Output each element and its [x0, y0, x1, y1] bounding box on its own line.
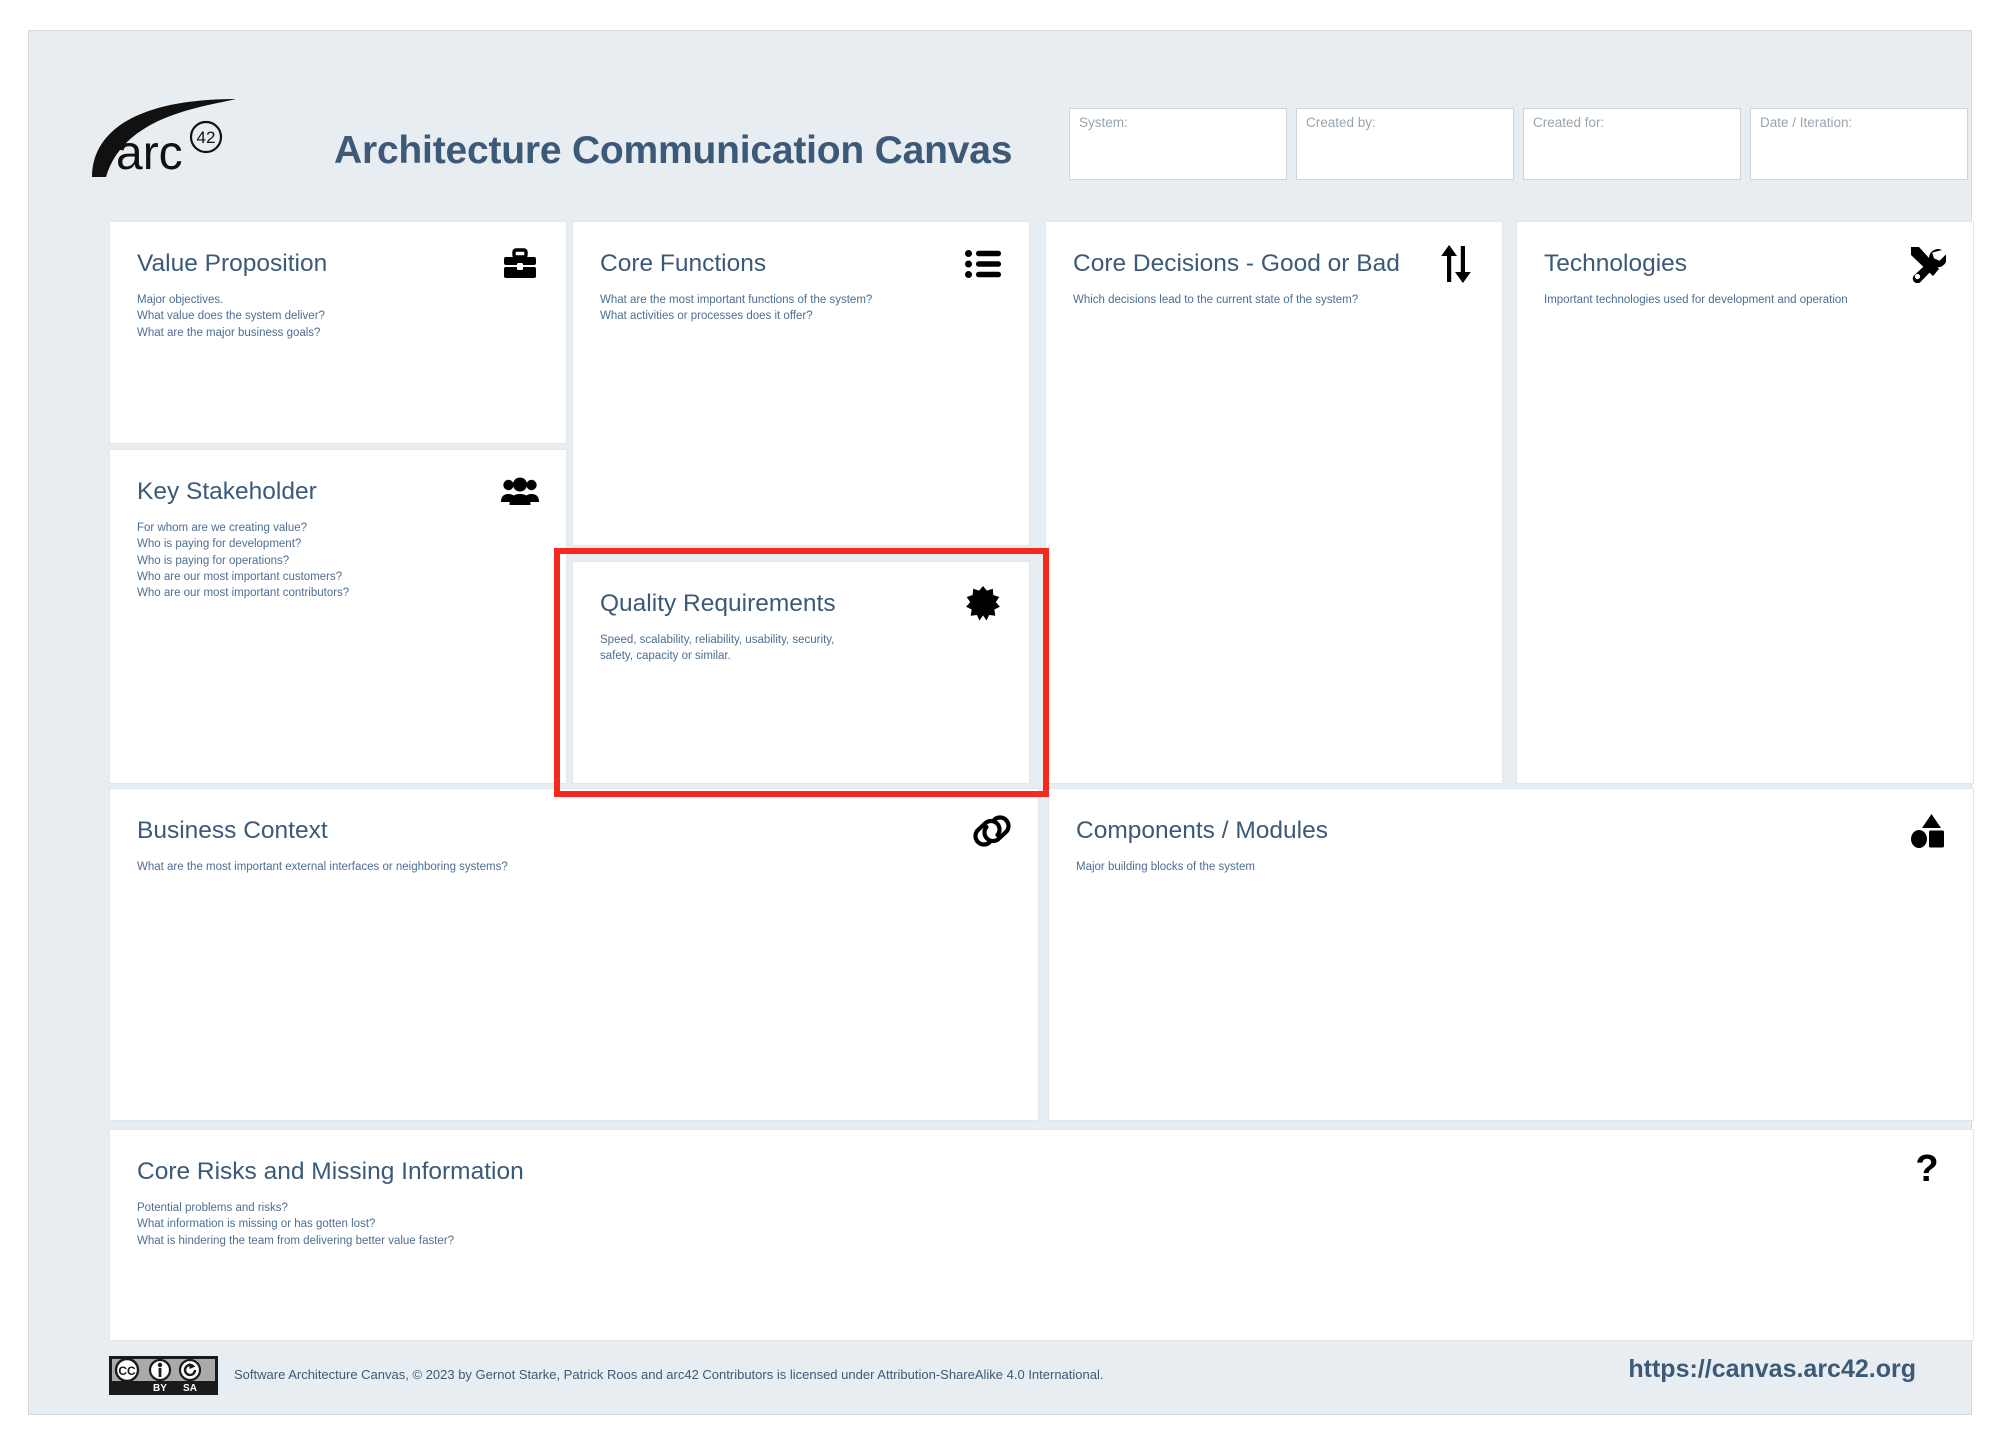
- bullet-list-icon: [963, 244, 1003, 284]
- card-hint-quality-requirements: Speed, scalability, reliability, usabili…: [600, 634, 835, 663]
- card-core-decisions[interactable]: Core Decisions - Good or Bad Which decis…: [1045, 221, 1503, 784]
- card-hint-technologies: Important technologies used for developm…: [1544, 294, 1848, 306]
- card-title-components-modules: Components / Modules: [1076, 817, 1328, 844]
- canvas-url-link[interactable]: https://canvas.arc42.org: [1628, 1355, 1916, 1384]
- card-hint-core-decisions: Which decisions lead to the current stat…: [1073, 294, 1359, 306]
- arc42-logo: arc 42: [84, 93, 254, 178]
- svg-text:CC: CC: [118, 1364, 136, 1378]
- meta-fields-group: System: Created by: Created for: Date / …: [1069, 108, 1968, 180]
- question-mark-icon: ?: [1907, 1152, 1947, 1192]
- created-for-field-label: Created for:: [1533, 115, 1605, 130]
- card-hint-core-functions: What are the most important functions of…: [600, 294, 873, 323]
- card-components-modules[interactable]: Components / Modules Major building bloc…: [1048, 788, 1974, 1121]
- card-core-risks[interactable]: Core Risks and Missing Information Poten…: [109, 1129, 1974, 1341]
- date-iteration-field-label: Date / Iteration:: [1760, 115, 1853, 130]
- card-title-core-functions: Core Functions: [600, 250, 767, 277]
- svg-text:42: 42: [197, 128, 216, 147]
- card-title-key-stakeholder: Key Stakeholder: [137, 478, 317, 505]
- svg-text:BY: BY: [153, 1383, 167, 1394]
- system-field-label: System:: [1079, 115, 1128, 130]
- canvas-root: arc 42 Architecture Communication Canvas…: [28, 30, 1974, 1415]
- svg-text:?: ?: [1915, 1153, 1938, 1190]
- card-title-technologies: Technologies: [1544, 250, 1688, 277]
- card-title-core-decisions: Core Decisions - Good or Bad: [1073, 250, 1400, 277]
- card-business-context[interactable]: Business Context What are the most impor…: [109, 788, 1039, 1121]
- card-quality-requirements[interactable]: Quality Requirements Speed, scalability,…: [572, 561, 1030, 784]
- canvas-header: arc 42 Architecture Communication Canvas…: [29, 31, 1971, 189]
- card-value-proposition[interactable]: Value Proposition Major objectives. What…: [109, 221, 567, 444]
- date-iteration-field[interactable]: Date / Iteration:: [1750, 108, 1968, 180]
- card-title-quality-requirements: Quality Requirements: [600, 590, 836, 617]
- created-for-field[interactable]: Created for:: [1523, 108, 1741, 180]
- card-title-value-proposition: Value Proposition: [137, 250, 328, 277]
- created-by-field[interactable]: Created by:: [1296, 108, 1514, 180]
- briefcase-icon: [500, 244, 540, 284]
- cc-by-sa-icon: CC BY SA: [109, 1356, 218, 1395]
- license-text: Software Architecture Canvas, © 2023 by …: [234, 1367, 1104, 1382]
- card-key-stakeholder[interactable]: Key Stakeholder For whom are we creating…: [109, 449, 567, 784]
- card-title-core-risks: Core Risks and Missing Information: [137, 1158, 524, 1185]
- created-by-field-label: Created by:: [1306, 115, 1376, 130]
- card-hint-core-risks: Potential problems and risks? What infor…: [137, 1202, 455, 1247]
- starburst-icon: [963, 584, 1003, 624]
- svg-text:SA: SA: [183, 1383, 197, 1394]
- card-hint-components-modules: Major building blocks of the system: [1076, 861, 1255, 873]
- svg-text:arc: arc: [116, 127, 183, 178]
- card-core-functions[interactable]: Core Functions What are the most importa…: [572, 221, 1030, 546]
- up-down-arrows-icon: [1436, 244, 1476, 284]
- shapes-icon: [1907, 811, 1947, 851]
- card-hint-key-stakeholder: For whom are we creating value? Who is p…: [137, 522, 350, 600]
- card-title-business-context: Business Context: [137, 817, 328, 844]
- link-chain-icon: [972, 811, 1012, 851]
- card-hint-business-context: What are the most important external int…: [137, 861, 508, 873]
- tools-icon: [1907, 244, 1947, 284]
- card-hint-value-proposition: Major objectives. What value does the sy…: [137, 294, 325, 339]
- people-group-icon: [500, 472, 540, 512]
- card-technologies[interactable]: Technologies Important technologies used…: [1516, 221, 1974, 784]
- system-field[interactable]: System:: [1069, 108, 1287, 180]
- page-title: Architecture Communication Canvas: [334, 129, 1013, 172]
